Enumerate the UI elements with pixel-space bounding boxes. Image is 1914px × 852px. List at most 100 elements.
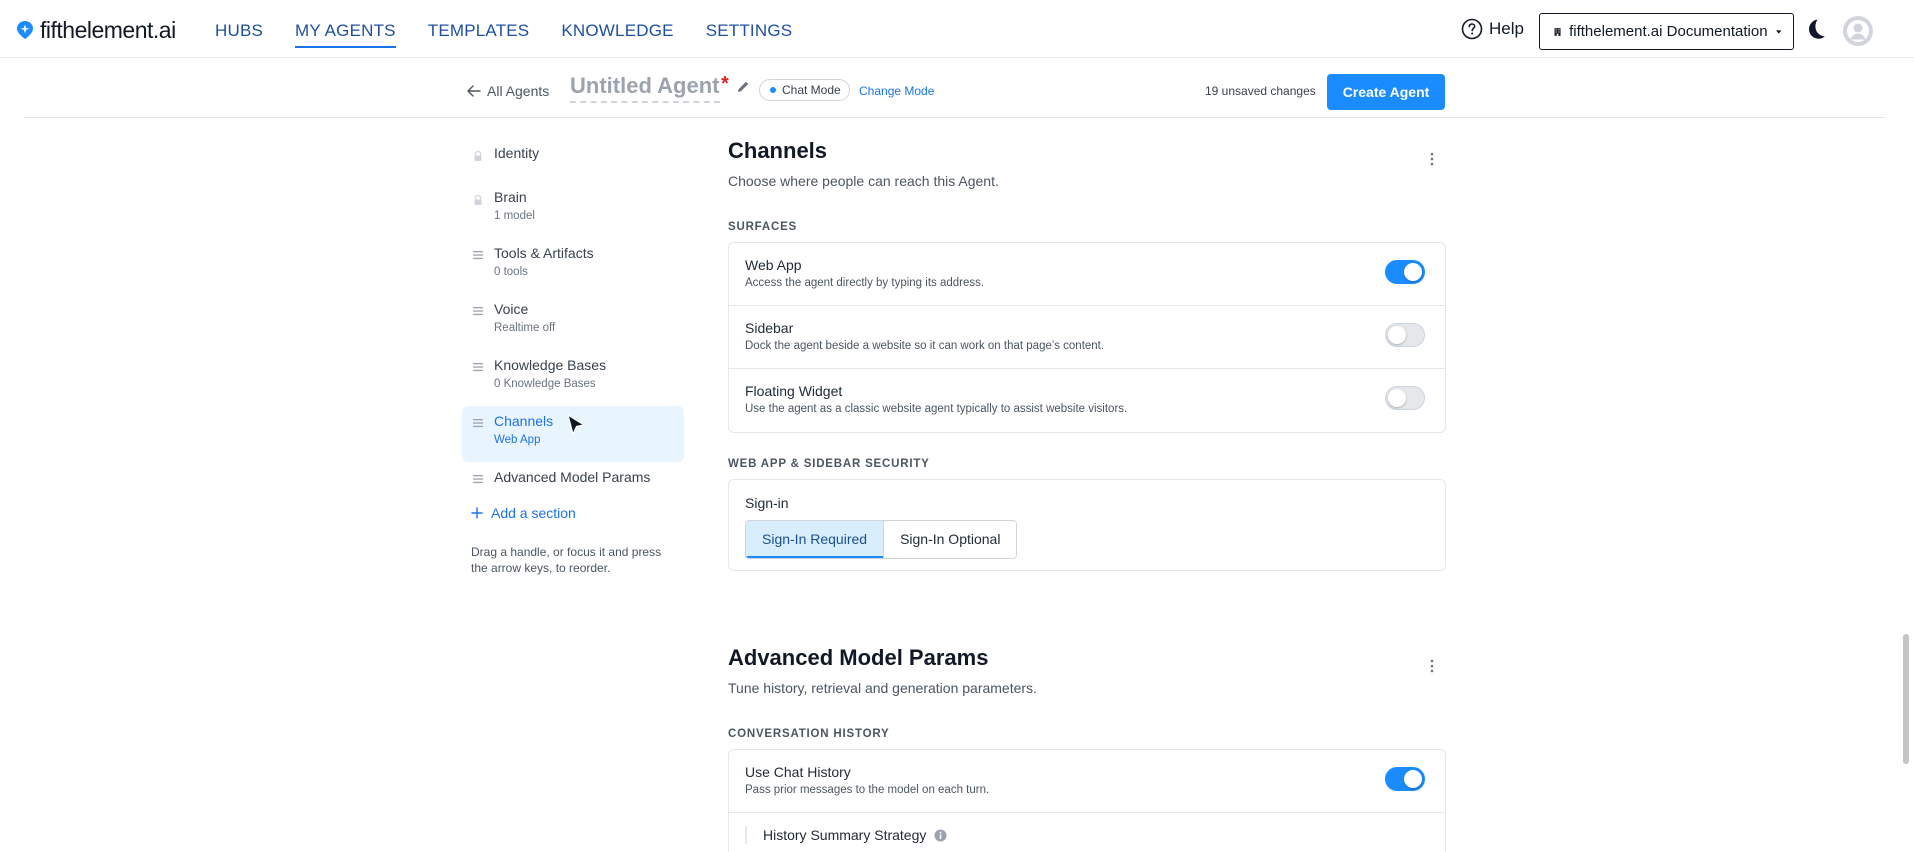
surfaces-heading: SURFACES [728, 221, 798, 233]
toggle-knob [1388, 389, 1406, 407]
floating-widget-toggle[interactable] [1385, 386, 1425, 410]
edit-name-button[interactable] [737, 80, 750, 93]
page-scrollbar-thumb[interactable] [1903, 634, 1909, 764]
help-icon [1461, 18, 1483, 40]
brand-name: fifthelement.ai [40, 17, 176, 43]
surface-row-web-app: Web App Access the agent directly by typ… [729, 243, 1445, 306]
user-avatar[interactable] [1843, 16, 1873, 46]
mode-label: Chat Mode [782, 83, 841, 97]
lock-icon [474, 194, 482, 205]
info-icon[interactable] [934, 829, 947, 842]
section-description: Choose where people can reach this Agent… [728, 173, 999, 189]
section-label: Tools & Artifacts [494, 245, 594, 261]
building-icon [1554, 27, 1561, 36]
surface-title: Floating Widget [745, 383, 843, 399]
top-navigation: fifthelement.ai HUBS MY AGENTS TEMPLATES… [0, 0, 1914, 58]
arrow-left-icon [467, 85, 481, 97]
nav-hubs[interactable]: HUBS [215, 0, 263, 58]
section-tools-artifacts[interactable]: Tools & Artifacts 0 tools [462, 238, 684, 294]
drag-handle-icon[interactable] [472, 418, 484, 428]
section-summary: Web App [494, 434, 541, 446]
pencil-icon [738, 81, 749, 92]
lock-icon [474, 150, 482, 161]
main-nav: HUBS MY AGENTS TEMPLATES KNOWLEDGE SETTI… [215, 0, 824, 58]
section-knowledge-bases[interactable]: Knowledge Bases 0 Knowledge Bases [462, 350, 684, 406]
section-editor: Channels Choose where people can reach t… [728, 138, 1446, 852]
mode-badge: Chat Mode [759, 79, 850, 101]
more-vertical-icon[interactable] [1430, 659, 1434, 673]
section-description: Tune history, retrieval and generation p… [728, 680, 1037, 696]
use-chat-history-toggle[interactable] [1385, 767, 1425, 791]
surface-description: Access the agent directly by typing its … [745, 277, 985, 289]
section-brain[interactable]: Brain 1 model [462, 182, 684, 238]
moon-icon [1809, 19, 1825, 39]
section-label: Voice [494, 301, 529, 317]
setting-title: Use Chat History [745, 764, 851, 780]
help-link[interactable]: Help [1461, 18, 1524, 40]
organization-select[interactable]: fifthelement.ai Documentation [1539, 13, 1794, 50]
section-identity[interactable]: Identity [462, 138, 684, 182]
toggle-knob [1404, 770, 1422, 788]
section-summary: Realtime off [494, 322, 556, 334]
unsaved-changes-count: 19 unsaved changes [1205, 84, 1316, 98]
logo-icon [17, 21, 33, 39]
surface-description: Dock the agent beside a website so it ca… [745, 340, 1105, 352]
section-label: Brain [494, 189, 527, 205]
back-to-agents[interactable]: All Agents [467, 83, 549, 99]
history-summary-strategy-row: History Summary Strategy [729, 813, 1445, 852]
nested-setting: History Summary Strategy [745, 826, 1429, 844]
setting-description: Pass prior messages to the model on each… [745, 784, 990, 796]
surface-row-sidebar: Sidebar Dock the agent beside a website … [729, 306, 1445, 369]
section-label: Advanced Model Params [494, 469, 651, 485]
surface-title: Sidebar [745, 320, 794, 336]
add-section-label: Add a section [491, 505, 576, 521]
plus-icon [471, 507, 483, 519]
brand-logo[interactable]: fifthelement.ai [16, 17, 176, 43]
mode-dot [770, 87, 776, 93]
advanced-params-section: Advanced Model Params Tune history, retr… [728, 645, 1446, 852]
nav-knowledge[interactable]: KNOWLEDGE [561, 0, 673, 58]
signin-card: Sign-in Sign-In Required Sign-In Optiona… [728, 479, 1446, 571]
signin-mode-selector: Sign-In Required Sign-In Optional [745, 520, 1018, 559]
organization-name: fifthelement.ai Documentation [1569, 23, 1768, 40]
section-label: Channels [494, 413, 554, 429]
nav-settings[interactable]: SETTINGS [706, 0, 793, 58]
use-chat-history-row: Use Chat History Pass prior messages to … [729, 750, 1445, 813]
history-card: Use Chat History Pass prior messages to … [728, 749, 1446, 852]
agent-name-field[interactable]: Untitled Agent [570, 73, 720, 103]
section-summary: 0 tools [494, 266, 528, 278]
signin-optional-option[interactable]: Sign-In Optional [883, 521, 1017, 558]
channels-section: Channels Choose where people can reach t… [728, 138, 1446, 571]
sections-sidebar: Identity Brain 1 model Tools & Artifacts… [462, 138, 684, 506]
web-app-toggle[interactable] [1385, 260, 1425, 284]
toggle-knob [1404, 263, 1422, 281]
reorder-hint: Drag a handle, or focus it and press the… [471, 545, 662, 575]
dark-mode-toggle[interactable] [1803, 17, 1827, 41]
drag-handle-icon[interactable] [472, 306, 484, 316]
signin-label: Sign-in [745, 495, 789, 511]
drag-handle-icon[interactable] [472, 474, 484, 484]
drag-handle-icon[interactable] [472, 250, 484, 260]
create-agent-button[interactable]: Create Agent [1327, 74, 1445, 110]
section-heading: Advanced Model Params [728, 645, 989, 670]
help-label: Help [1489, 19, 1524, 38]
signin-required-option[interactable]: Sign-In Required [746, 521, 884, 558]
section-label: Identity [494, 145, 540, 161]
back-label: All Agents [487, 83, 550, 99]
nav-my-agents[interactable]: MY AGENTS [295, 0, 396, 58]
change-mode-link[interactable]: Change Mode [859, 84, 934, 98]
section-advanced-model-params[interactable]: Advanced Model Params [462, 462, 684, 506]
mouse-cursor-icon [567, 414, 585, 435]
nav-templates[interactable]: TEMPLATES [428, 0, 530, 58]
caret-down-icon [1775, 29, 1781, 34]
toggle-knob [1388, 326, 1406, 344]
section-summary: 0 Knowledge Bases [494, 378, 596, 390]
add-section-button[interactable]: Add a section [471, 505, 576, 521]
setting-title: History Summary Strategy [763, 827, 927, 843]
security-heading: WEB APP & SIDEBAR SECURITY [728, 458, 930, 470]
sidebar-toggle[interactable] [1385, 323, 1425, 347]
more-vertical-icon[interactable] [1430, 152, 1434, 166]
surface-row-floating-widget: Floating Widget Use the agent as a class… [729, 369, 1445, 432]
drag-handle-icon[interactable] [472, 362, 484, 372]
section-voice[interactable]: Voice Realtime off [462, 294, 684, 350]
